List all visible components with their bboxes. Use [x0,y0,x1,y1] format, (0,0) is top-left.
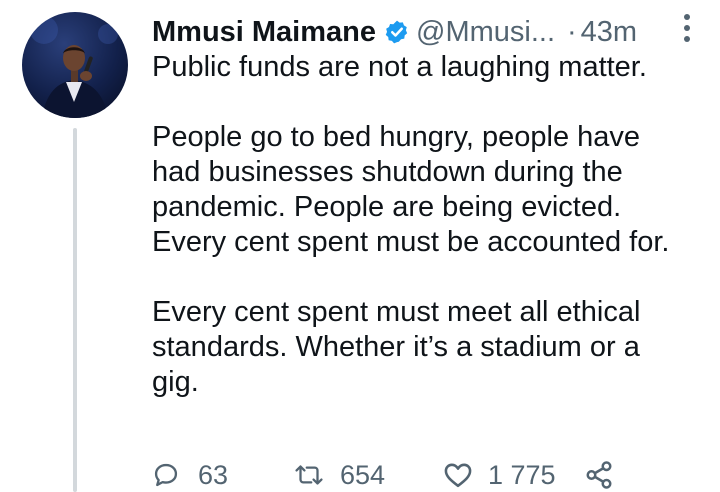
tweet-line: had businesses shutdown during the [152,156,623,188]
tweet-line: standards. Whether it’s a stadium or a [152,331,640,363]
avatar-photo [30,16,118,118]
action-bar: 63 654 1 775 [152,458,614,492]
tweet-line: gig. [152,366,199,398]
heart-icon [444,463,472,488]
reply-button[interactable]: 63 [152,460,292,491]
thread-line [73,128,77,492]
verified-badge-icon [385,20,408,44]
share-icon [586,461,612,489]
share-button[interactable] [584,460,614,490]
tweet-header: Mmusi Maimane @Mmusi... · 43m [152,12,700,52]
author-name[interactable]: Mmusi Maimane [152,16,376,49]
retweet-count: 654 [340,459,386,490]
like-count: 1 775 [488,459,556,490]
tweet-line: Public funds are not a laughing matter. [152,51,647,83]
retweet-button[interactable]: 654 [292,460,442,491]
tweet-line: People go to bed hungry, people have [152,121,641,153]
reply-count: 63 [198,459,229,490]
tweet-line: pandemic. People are being evicted. [152,191,622,223]
tweet-line: Every cent spent must be accounted for. [152,226,670,258]
more-vertical-icon[interactable] [684,14,690,42]
reply-icon [154,463,178,487]
like-button[interactable]: 1 775 [442,460,592,491]
retweet-icon [295,465,323,485]
avatar[interactable] [22,12,128,118]
timestamp[interactable]: 43m [581,16,637,49]
tweet-line: Every cent spent must meet all ethical [152,296,641,328]
author-handle[interactable]: @Mmusi... [416,16,555,49]
tweet-text: Public funds are not a laughing matter. P… [152,50,702,400]
separator-dot: · [567,15,577,48]
